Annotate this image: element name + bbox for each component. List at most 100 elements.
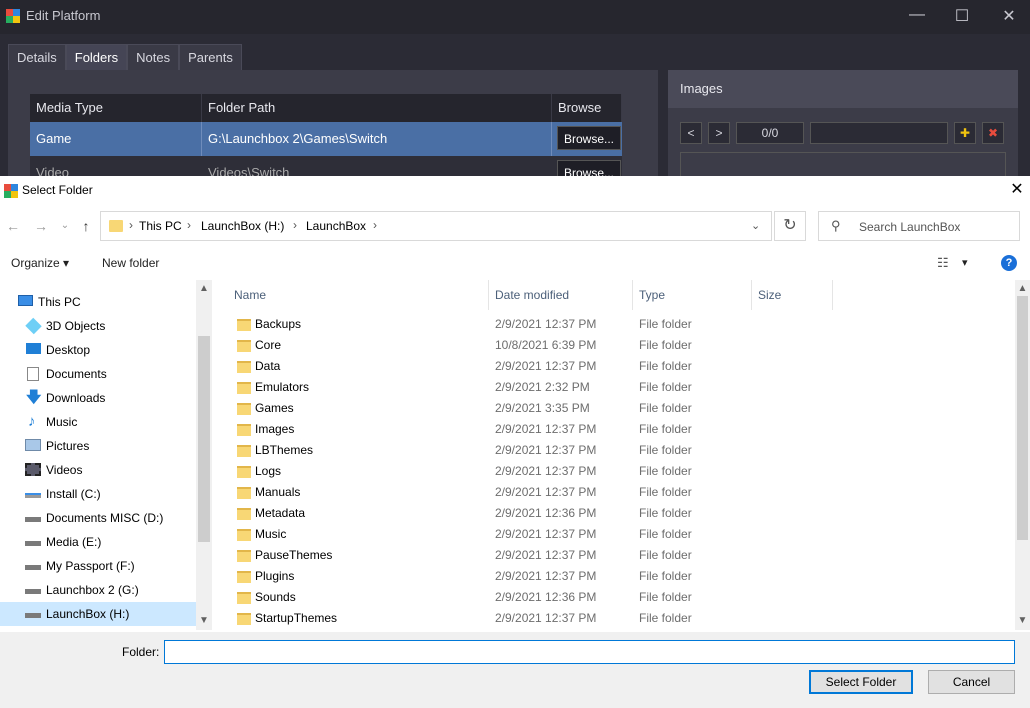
list-item[interactable] — [215, 626, 1015, 630]
column-media-type[interactable]: Media Type — [30, 94, 202, 122]
folder-icon — [237, 319, 251, 331]
nav-item-pictures[interactable]: Pictures — [0, 434, 196, 458]
breadcrumb-launchbox[interactable]: LaunchBox — [306, 219, 366, 233]
dialog-footer: Folder: Select Folder Cancel — [0, 632, 1030, 708]
tab-notes[interactable]: Notes — [127, 44, 180, 70]
refresh-button[interactable]: ↻ — [774, 211, 806, 241]
address-bar[interactable]: › This PC › LaunchBox (H:) › LaunchBox ›… — [100, 211, 772, 241]
table-row[interactable]: Game G:\Launchbox 2\Games\Switch Browse.… — [30, 122, 622, 156]
organize-menu[interactable]: Organize ▾ — [11, 256, 69, 270]
view-dropdown-button[interactable]: ▾ — [962, 256, 968, 269]
breadcrumb-this-pc[interactable]: This PC — [139, 219, 182, 233]
nav-item-videos[interactable]: Videos — [0, 458, 196, 482]
new-folder-button[interactable]: New folder — [102, 256, 159, 270]
tab-parents[interactable]: Parents — [179, 44, 242, 70]
nav-item-launchbox-h[interactable]: LaunchBox (H:) — [0, 602, 196, 626]
list-item[interactable]: PauseThemes 2/9/2021 12:37 PM File folder — [215, 545, 1015, 566]
nav-item-documents[interactable]: Documents — [0, 362, 196, 386]
nav-item-music[interactable]: ♪ Music — [0, 410, 196, 434]
close-button[interactable]: ✕ — [994, 6, 1024, 26]
scroll-thumb[interactable] — [198, 336, 210, 542]
list-item[interactable]: LBThemes 2/9/2021 12:37 PM File folder — [215, 440, 1015, 461]
list-item[interactable]: Emulators 2/9/2021 2:32 PM File folder — [215, 377, 1015, 398]
list-item[interactable]: Data 2/9/2021 12:37 PM File folder — [215, 356, 1015, 377]
folder-icon — [109, 220, 123, 232]
file-name: LBThemes — [255, 443, 314, 457]
list-item[interactable]: Logs 2/9/2021 12:37 PM File folder — [215, 461, 1015, 482]
scroll-down-icon[interactable]: ▼ — [1015, 614, 1030, 628]
nav-item-documents-misc-d[interactable]: Documents MISC (D:) — [0, 506, 196, 530]
maximize-button[interactable]: ☐ — [947, 6, 977, 26]
nav-item-this-pc[interactable]: This PC — [0, 290, 196, 314]
nav-item-media-e[interactable]: Media (E:) — [0, 530, 196, 554]
file-date-modified: 2/9/2021 12:37 PM — [495, 317, 597, 331]
browse-button[interactable]: Browse... — [557, 126, 622, 150]
scroll-down-icon[interactable]: ▼ — [196, 614, 212, 628]
nav-item-desktop[interactable]: Desktop — [0, 338, 196, 362]
view-options-icon[interactable]: ☷ — [937, 255, 949, 271]
add-image-button[interactable]: ✚ — [954, 122, 976, 144]
nav-item-my-passport-f[interactable]: My Passport (F:) — [0, 554, 196, 578]
file-date-modified: 2/9/2021 12:37 PM — [495, 485, 597, 499]
list-item[interactable]: Metadata 2/9/2021 12:36 PM File folder — [215, 503, 1015, 524]
scroll-up-icon[interactable]: ▲ — [1015, 282, 1030, 296]
select-folder-dialog: Select Folder ✕ ← → ⌄ ↑ › This PC › Laun… — [0, 176, 1030, 708]
minimize-button[interactable]: — — [902, 6, 932, 24]
up-folder-button[interactable]: ↑ — [76, 214, 96, 238]
folder-name-input[interactable] — [164, 640, 1015, 664]
close-dialog-button[interactable]: ✕ — [1004, 178, 1030, 202]
list-item[interactable]: Images 2/9/2021 12:37 PM File folder — [215, 419, 1015, 440]
nav-item-launchbox-2-g[interactable]: Launchbox 2 (G:) — [0, 578, 196, 602]
tab-details[interactable]: Details — [8, 44, 66, 70]
folder-icon — [237, 550, 251, 562]
file-name: Logs — [255, 464, 282, 478]
desktop-icon — [26, 343, 41, 354]
list-scrollbar[interactable]: ▲ ▼ — [1015, 280, 1030, 630]
chevron-down-icon[interactable]: ⌄ — [751, 219, 760, 232]
list-item[interactable]: Games 2/9/2021 3:35 PM File folder — [215, 398, 1015, 419]
image-type-select[interactable] — [810, 122, 948, 144]
column-browse[interactable]: Browse — [552, 94, 622, 122]
file-name: Metadata — [255, 506, 306, 520]
select-folder-button[interactable]: Select Folder — [809, 670, 913, 694]
cancel-button[interactable]: Cancel — [928, 670, 1015, 694]
scroll-thumb[interactable] — [1017, 296, 1028, 540]
list-item[interactable]: Music 2/9/2021 12:37 PM File folder — [215, 524, 1015, 545]
media-type-cell: Game — [30, 122, 202, 156]
forward-button[interactable]: → — [31, 214, 51, 238]
recent-locations-button[interactable]: ⌄ — [55, 214, 75, 238]
delete-image-button[interactable]: ✖ — [982, 122, 1004, 144]
launchbox-logo-icon — [4, 184, 18, 198]
column-folder-path[interactable]: Folder Path — [202, 94, 552, 122]
nav-item-downloads[interactable]: 🡇 Downloads — [0, 386, 196, 410]
column-date-modified[interactable]: Date modified — [489, 280, 633, 310]
search-box[interactable]: ⚲ Search LaunchBox — [818, 211, 1020, 241]
nav-item-install-c[interactable]: Install (C:) — [0, 482, 196, 506]
help-icon[interactable]: ? — [1001, 255, 1017, 271]
scroll-up-icon[interactable]: ▲ — [196, 282, 212, 296]
folder-icon — [237, 445, 251, 457]
column-name[interactable]: Name — [228, 280, 489, 310]
title-bar: Edit Platform — ☐ ✕ — [0, 0, 1030, 34]
list-item[interactable]: Sounds 2/9/2021 12:36 PM File folder — [215, 587, 1015, 608]
prev-image-button[interactable]: < — [680, 122, 702, 144]
file-type: File folder — [639, 443, 692, 457]
folder-icon — [237, 340, 251, 352]
list-item[interactable]: Backups 2/9/2021 12:37 PM File folder — [215, 314, 1015, 335]
breadcrumb-drive[interactable]: LaunchBox (H:) — [201, 219, 284, 233]
drive-icon — [25, 565, 41, 570]
list-item[interactable]: Manuals 2/9/2021 12:37 PM File folder — [215, 482, 1015, 503]
file-name: Sounds — [255, 590, 296, 604]
folder-icon — [237, 487, 251, 499]
column-type[interactable]: Type — [633, 280, 752, 310]
list-item[interactable]: Core 10/8/2021 6:39 PM File folder — [215, 335, 1015, 356]
nav-scrollbar[interactable]: ▲ ▼ — [196, 280, 212, 630]
nav-item-3d-objects[interactable]: 3D Objects — [0, 314, 196, 338]
tab-folders[interactable]: Folders — [65, 44, 128, 70]
file-date-modified: 2/9/2021 12:37 PM — [495, 527, 597, 541]
search-placeholder: Search LaunchBox — [859, 220, 961, 234]
back-button[interactable]: ← — [3, 214, 23, 238]
list-item[interactable]: Plugins 2/9/2021 12:37 PM File folder — [215, 566, 1015, 587]
column-size[interactable]: Size — [752, 280, 833, 310]
next-image-button[interactable]: > — [708, 122, 730, 144]
